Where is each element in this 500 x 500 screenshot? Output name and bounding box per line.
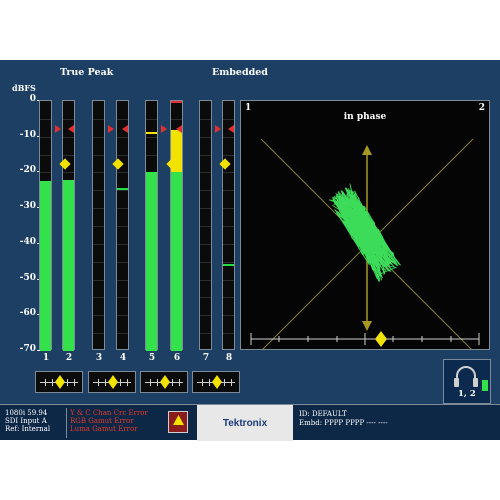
error-message: RGB Gamut Error xyxy=(70,417,134,425)
peak-threshold-arrow-icon xyxy=(108,124,114,133)
channel-number-label: 4 xyxy=(119,353,127,363)
peak-hold-indicator xyxy=(117,187,128,190)
level-meter-ch3 xyxy=(92,100,105,350)
peak-hold-indicator xyxy=(223,264,234,267)
pair-balance-7-8 xyxy=(192,371,240,393)
input-source: SDI Input A xyxy=(5,417,47,425)
headphones-icon xyxy=(454,366,478,387)
balance-indicator-icon xyxy=(108,375,118,389)
axis-arrow-up-icon xyxy=(362,145,372,155)
surround-pair-label: 1, 2 xyxy=(458,389,476,399)
error-message: Luma Gamut Error xyxy=(70,425,138,433)
error-message: Y & C Chan Crc Error xyxy=(70,409,148,417)
surround-pair-indicator[interactable]: 1, 2 xyxy=(443,359,491,404)
peak-threshold-arrow-icon xyxy=(68,124,74,133)
lissajous-trace xyxy=(328,183,401,282)
balance-indicator-icon xyxy=(212,375,222,389)
level-bar-green xyxy=(146,172,157,351)
channel-number-label: 8 xyxy=(225,353,233,363)
level-meter-ch2 xyxy=(62,100,75,351)
channel-number-label: 1 xyxy=(42,353,50,363)
scale-tick-label: -60 xyxy=(19,308,36,319)
embedded-status: Embd: PPPP PPPP ---- ---- xyxy=(299,419,388,427)
peak-threshold-arrow-icon xyxy=(122,124,128,133)
level-meter-ch8 xyxy=(222,100,235,350)
correlation-indicator-icon xyxy=(375,331,387,347)
reference-source: Ref: Internal xyxy=(5,425,51,433)
scale-tick-label: -10 xyxy=(19,129,36,140)
channel-number-label: 2 xyxy=(65,353,73,363)
level-bar-green xyxy=(171,172,182,351)
pair-balance-1-2 xyxy=(35,371,83,393)
brand-logo: Tektronix xyxy=(222,418,268,429)
video-format: 1080i 59.94 xyxy=(5,409,48,417)
surround-level-bar xyxy=(482,380,488,391)
channel-number-label: 7 xyxy=(202,353,210,363)
peak-threshold-arrow-icon xyxy=(161,124,167,133)
true-peak-header: True Peak xyxy=(60,67,114,78)
channel-number-label: 5 xyxy=(148,353,156,363)
level-bar-green xyxy=(40,181,51,351)
level-bar-green xyxy=(63,179,74,351)
peak-hold-indicator xyxy=(146,132,157,135)
channel-number-label: 6 xyxy=(173,353,181,363)
embedded-header: Embedded xyxy=(212,67,268,78)
pair-balance-5-6 xyxy=(140,371,188,393)
scale-tick-label: 0 xyxy=(29,94,36,104)
scale-tick-label: -20 xyxy=(19,165,36,176)
level-meter-ch5 xyxy=(145,100,158,351)
scale-tick-label: -50 xyxy=(19,272,36,283)
channel-number-label: 3 xyxy=(95,353,103,363)
peak-threshold-arrow-icon xyxy=(176,124,182,133)
status-bar: 1080i 59.94 SDI Input A Ref: Internal Y … xyxy=(0,404,500,441)
correlation-meter xyxy=(250,331,480,347)
peak-threshold-arrow-icon xyxy=(228,124,234,133)
balance-indicator-icon xyxy=(160,375,170,389)
level-meter-ch6 xyxy=(170,100,183,351)
audio-monitor-screen: True Peak Embedded dBFS 0 -10 -20 -30 -40 -50… xyxy=(0,60,500,441)
peak-hold-indicator xyxy=(171,100,182,103)
alarm-icon[interactable] xyxy=(168,411,188,433)
dbfs-unit-label: dBFS xyxy=(12,83,36,93)
peak-threshold-arrow-icon xyxy=(55,124,61,133)
level-meter-ch7 xyxy=(199,100,212,350)
brand-panel: Tektronix xyxy=(197,405,293,441)
balance-indicator-icon xyxy=(55,375,65,389)
pair-balance-3-4 xyxy=(88,371,136,393)
device-id: ID: DEFAULT xyxy=(299,410,347,418)
scale-tick-label: -40 xyxy=(19,236,36,247)
level-meter-ch1 xyxy=(39,100,52,351)
lissajous-plot xyxy=(260,138,474,349)
scale-tick-label: -70 xyxy=(19,344,36,354)
phase-display[interactable]: 1 2 in phase xyxy=(240,100,490,350)
level-meter-ch4 xyxy=(116,100,129,350)
peak-threshold-arrow-icon xyxy=(215,124,221,133)
scale-tick-label: -30 xyxy=(19,201,36,212)
